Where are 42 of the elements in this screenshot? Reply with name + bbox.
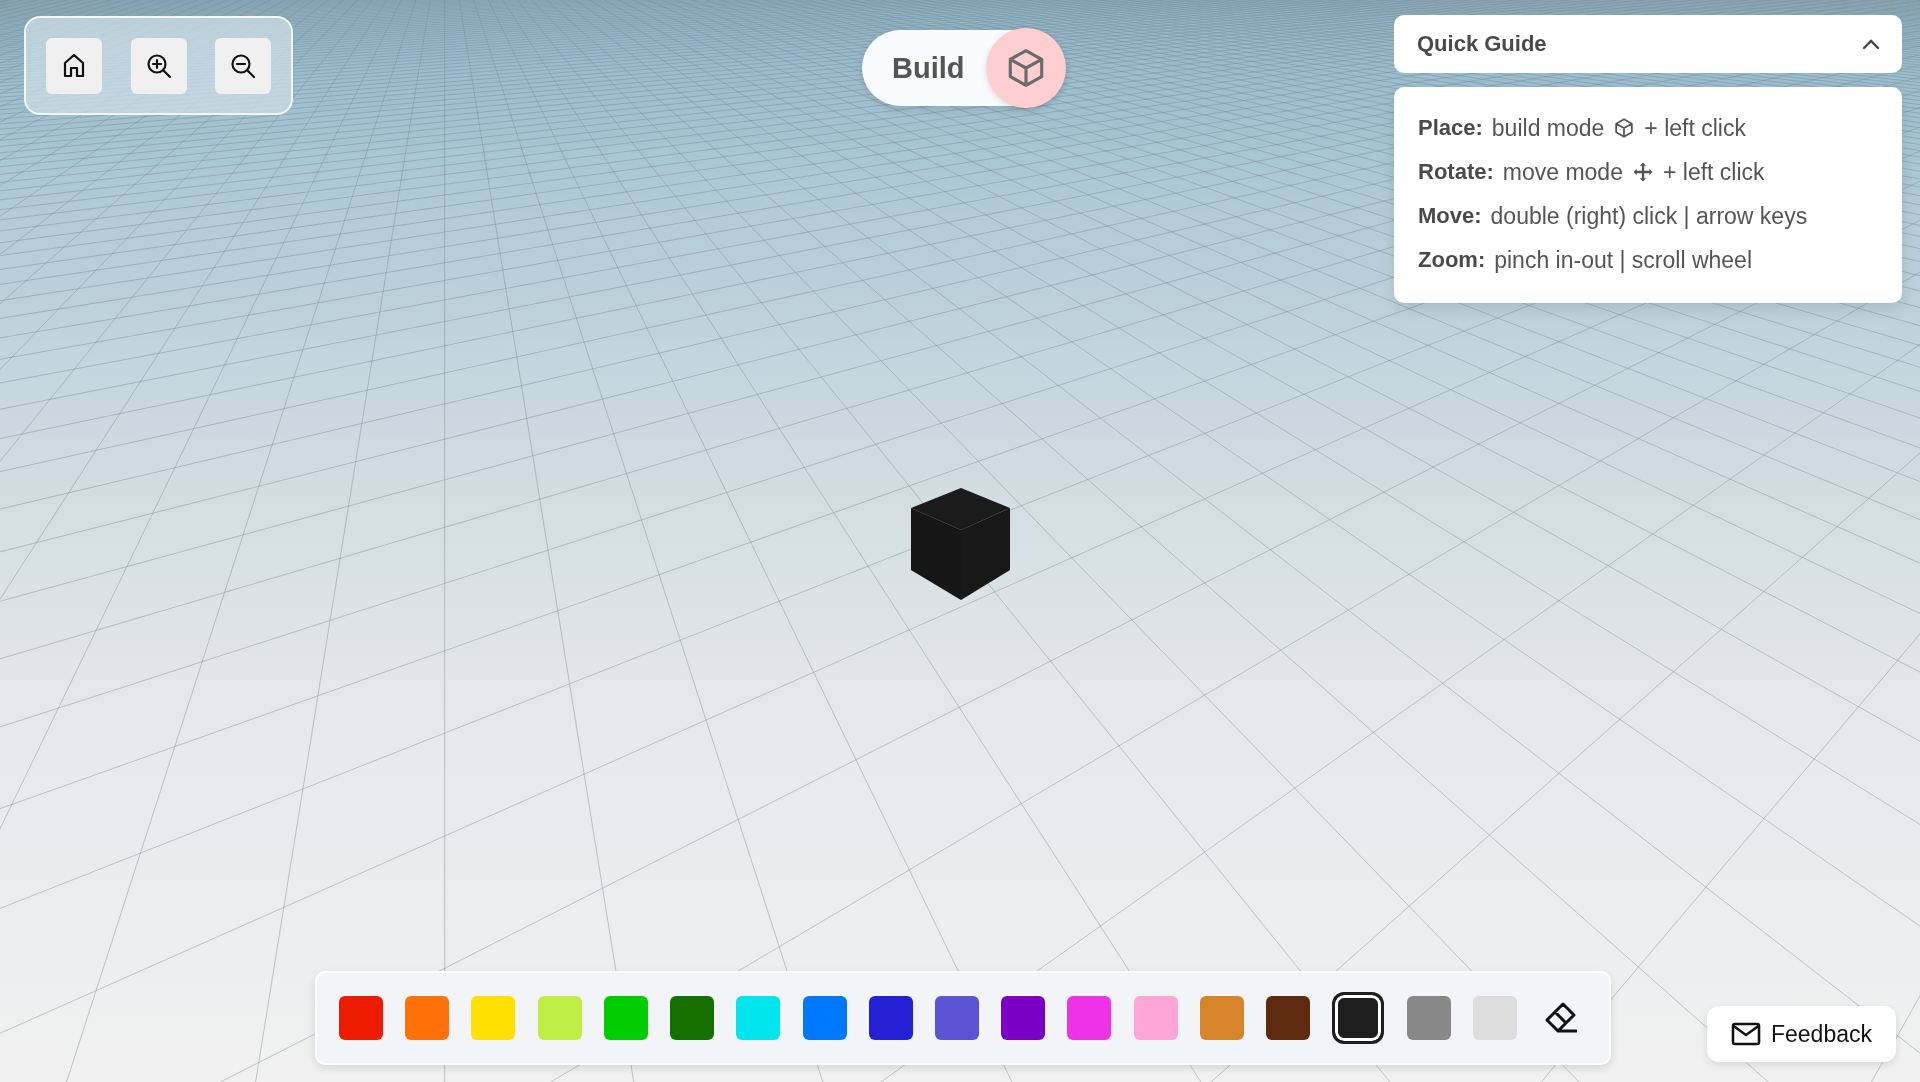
guide-label: Move: [1418,203,1482,229]
guide-label: Zoom: [1418,247,1486,273]
color-swatch[interactable] [1001,996,1046,1040]
guide-text: + left click [1644,114,1746,142]
guide-text: move mode [1502,158,1623,186]
color-swatch[interactable] [934,996,979,1040]
guide-label: Place: [1418,115,1483,141]
mode-label: Build [892,51,966,85]
zoom-out-button[interactable] [215,37,271,94]
feedback-button[interactable]: Feedback [1707,1006,1896,1062]
color-swatch[interactable] [1332,992,1385,1044]
zoom-out-icon [229,51,257,80]
color-swatch[interactable] [405,996,450,1040]
zoom-in-button[interactable] [130,37,187,94]
color-swatch[interactable] [537,996,582,1040]
move-arrows-icon [1631,161,1654,183]
build-mode-button[interactable] [986,28,1066,108]
guide-label: Rotate: [1418,159,1494,185]
mode-toggle[interactable]: Build [862,30,1064,106]
color-swatch[interactable] [1266,996,1311,1040]
color-swatch[interactable] [802,996,847,1040]
color-swatch[interactable] [1067,996,1112,1040]
cube-icon [1613,117,1636,139]
color-swatch[interactable] [1199,996,1244,1040]
color-swatch[interactable] [603,996,648,1040]
guide-text: build mode [1491,114,1605,142]
color-swatch[interactable] [1472,996,1517,1040]
zoom-in-icon [144,51,173,80]
guide-text: pinch in-out | scroll wheel [1494,246,1753,274]
guide-text: + left click [1662,158,1765,186]
quick-guide-title: Quick Guide [1417,31,1547,57]
color-swatch[interactable] [868,996,913,1040]
color-swatch[interactable] [670,996,715,1040]
home-button[interactable] [46,37,102,94]
color-swatch[interactable] [1133,996,1178,1040]
mail-icon [1731,1022,1761,1046]
color-swatch[interactable] [736,996,781,1040]
color-swatch[interactable] [339,996,383,1040]
quick-guide-header[interactable]: Quick Guide [1394,15,1902,73]
color-swatch[interactable] [471,996,516,1040]
guide-text: double (right) click | arrow keys [1490,202,1808,230]
color-swatch[interactable] [1406,996,1451,1040]
